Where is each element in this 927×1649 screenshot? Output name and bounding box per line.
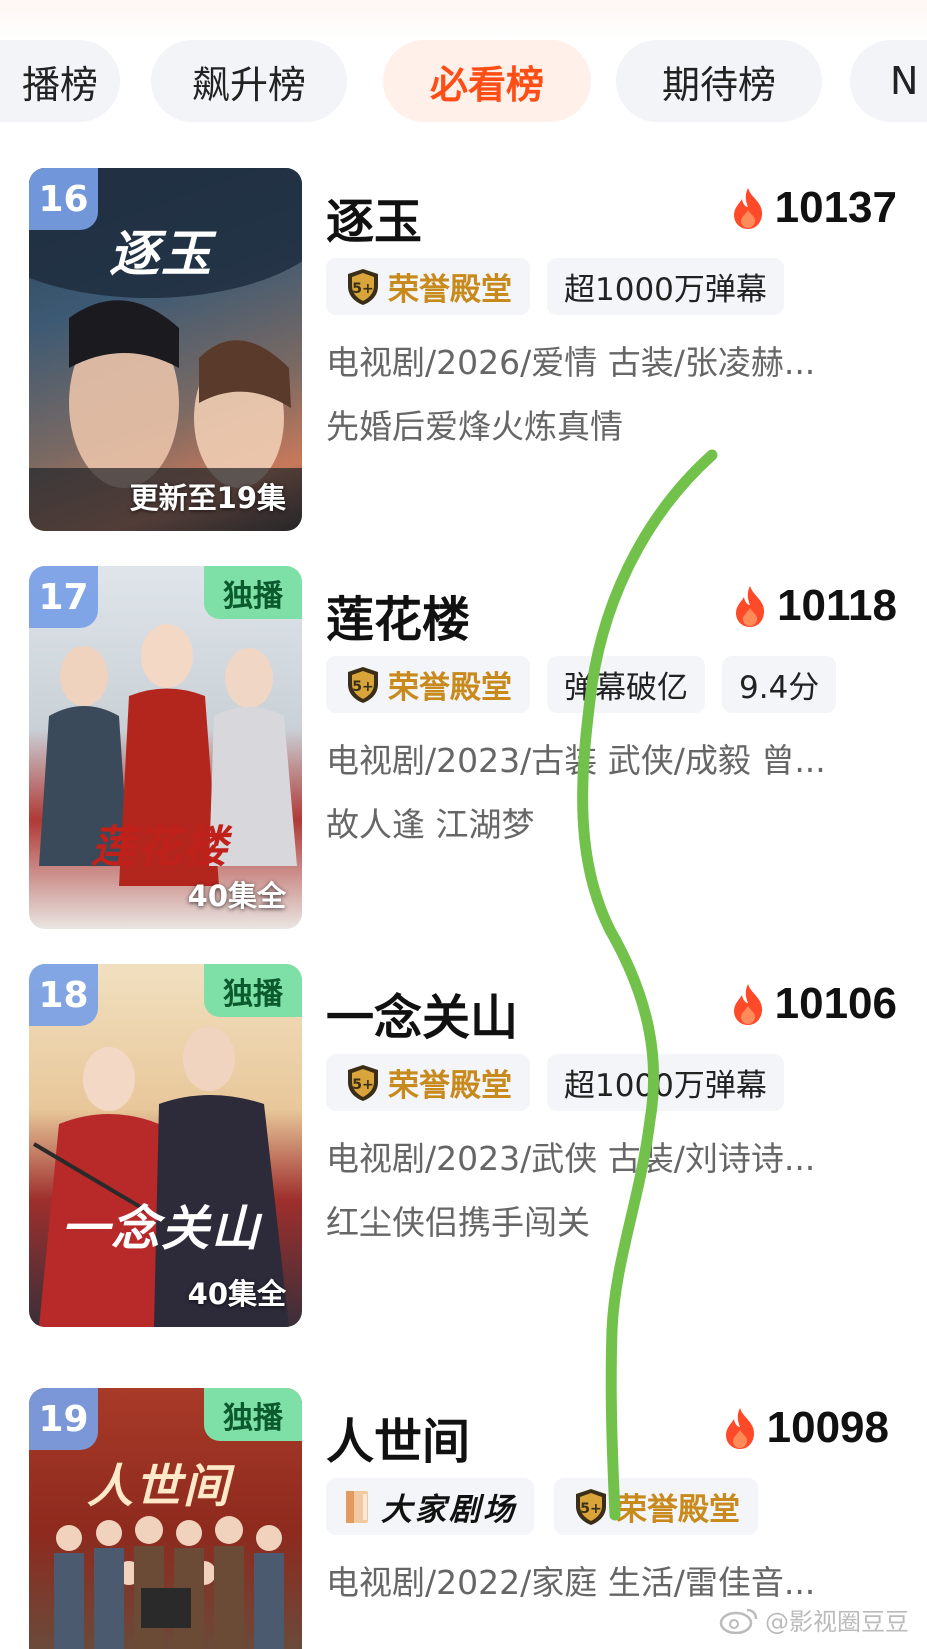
tab-broadcast-ranking[interactable]: 播榜 bbox=[0, 40, 120, 122]
book-icon bbox=[346, 1490, 368, 1523]
weibo-icon bbox=[719, 1608, 758, 1634]
tag-list: 5+ 荣誉殿堂 超1000万弹幕 bbox=[326, 1054, 784, 1111]
rank-badge: 18 bbox=[29, 964, 98, 1026]
flame-icon bbox=[733, 984, 762, 1025]
drama-title[interactable]: 莲花楼 bbox=[326, 580, 470, 650]
drama-slogan: 故人逢 江湖梦 bbox=[326, 805, 535, 844]
drama-title[interactable]: 一念关山 bbox=[326, 978, 518, 1048]
shield-icon: 5+ bbox=[348, 268, 378, 305]
heat-value: 10118 bbox=[777, 581, 897, 630]
heat-value: 10098 bbox=[766, 1403, 889, 1452]
flame-icon bbox=[733, 188, 762, 229]
poster-title-art: 人世间 bbox=[87, 1459, 231, 1513]
tag-list: 大家剧场 5+ 荣誉殿堂 bbox=[326, 1478, 758, 1535]
honor-tag[interactable]: 5+ 荣誉殿堂 bbox=[326, 656, 530, 713]
svg-text:5+: 5+ bbox=[580, 1501, 601, 1517]
tab-rising-ranking[interactable]: 飙升榜 bbox=[151, 40, 347, 122]
svg-text:5+: 5+ bbox=[352, 281, 373, 297]
drama-meta: 电视剧/2023/武侠 古装/刘诗诗... bbox=[326, 1139, 816, 1178]
danmaku-tag[interactable]: 超1000万弹幕 bbox=[547, 258, 784, 315]
ranking-row[interactable]: 莲花楼 17 独播 40集全 莲花楼 10118 5+ 荣誉殿堂 弹幕破亿 9.… bbox=[0, 566, 927, 936]
poster[interactable]: 逐玉 16 更新至19集 bbox=[29, 168, 302, 531]
svg-text:5+: 5+ bbox=[352, 679, 373, 695]
tab-must-watch-ranking[interactable]: 必看榜 bbox=[383, 40, 591, 122]
rank-badge: 17 bbox=[29, 566, 98, 628]
heat-value: 10137 bbox=[774, 183, 897, 232]
poster-title-art: 莲花楼 bbox=[91, 822, 229, 873]
shield-icon: 5+ bbox=[348, 1064, 378, 1101]
watermark: @影视圈豆豆 bbox=[719, 1602, 909, 1637]
ranking-row[interactable]: 一念关山 18 独播 40集全 一念关山 10106 5+ 荣誉殿堂 超1000… bbox=[0, 964, 927, 1334]
top-gradient bbox=[0, 0, 927, 40]
rank-badge: 19 bbox=[29, 1388, 98, 1450]
rank-badge: 16 bbox=[29, 168, 98, 230]
score-tag[interactable]: 9.4分 bbox=[722, 656, 837, 713]
ranking-tab-bar: 播榜 飙升榜 必看榜 期待榜 N bbox=[0, 40, 927, 122]
heat-score: 10098 bbox=[723, 1398, 889, 1458]
exclusive-badge: 独播 bbox=[204, 566, 302, 619]
episode-label: 40集全 bbox=[187, 1277, 286, 1311]
shield-icon: 5+ bbox=[348, 666, 378, 703]
heat-score: 10118 bbox=[733, 576, 897, 636]
tab-next-ranking[interactable]: N bbox=[850, 40, 927, 122]
drama-meta: 电视剧/2023/古装 武侠/成毅 曾... bbox=[326, 741, 826, 780]
poster[interactable]: 莲花楼 17 独播 40集全 bbox=[29, 566, 302, 929]
svg-text:5+: 5+ bbox=[352, 1077, 373, 1093]
poster[interactable]: 一念关山 18 独播 40集全 bbox=[29, 964, 302, 1327]
tab-anticipated-ranking[interactable]: 期待榜 bbox=[616, 40, 822, 122]
episode-label: 更新至19集 bbox=[129, 481, 286, 515]
danmaku-tag[interactable]: 超1000万弹幕 bbox=[547, 1054, 784, 1111]
honor-tag[interactable]: 5+ 荣誉殿堂 bbox=[326, 258, 530, 315]
theater-tag[interactable]: 大家剧场 bbox=[326, 1478, 534, 1535]
drama-title[interactable]: 人世间 bbox=[326, 1402, 470, 1472]
honor-tag[interactable]: 5+ 荣誉殿堂 bbox=[326, 1054, 530, 1111]
heat-score: 10106 bbox=[731, 974, 897, 1034]
exclusive-badge: 独播 bbox=[204, 964, 302, 1017]
drama-meta: 电视剧/2022/家庭 生活/雷佳音... bbox=[326, 1563, 816, 1602]
heat-value: 10106 bbox=[774, 979, 897, 1028]
flame-icon bbox=[725, 1408, 754, 1449]
drama-slogan: 红尘侠侣携手闯关 bbox=[326, 1203, 590, 1242]
poster-title-art: 逐玉 bbox=[109, 224, 213, 283]
drama-title[interactable]: 逐玉 bbox=[326, 182, 422, 252]
ranking-row[interactable]: 逐玉 16 更新至19集 逐玉 10137 5+ 荣誉殿堂 超1000万弹幕 电… bbox=[0, 168, 927, 538]
drama-meta: 电视剧/2026/爱情 古装/张凌赫... bbox=[326, 343, 816, 382]
tag-list: 5+ 荣誉殿堂 弹幕破亿 9.4分 bbox=[326, 656, 837, 713]
episode-label: 40集全 bbox=[187, 879, 286, 913]
danmaku-tag[interactable]: 弹幕破亿 bbox=[547, 656, 705, 713]
flame-icon bbox=[736, 586, 765, 627]
poster[interactable]: 人世间 19 独播 bbox=[29, 1388, 302, 1649]
tag-list: 5+ 荣誉殿堂 超1000万弹幕 bbox=[326, 258, 784, 315]
exclusive-badge: 独播 bbox=[204, 1388, 302, 1441]
honor-tag[interactable]: 5+ 荣誉殿堂 bbox=[554, 1478, 758, 1535]
drama-slogan: 先婚后爱烽火炼真情 bbox=[326, 407, 623, 446]
heat-score: 10137 bbox=[731, 178, 897, 238]
shield-icon: 5+ bbox=[576, 1488, 606, 1525]
poster-title-art: 一念关山 bbox=[61, 1201, 262, 1257]
